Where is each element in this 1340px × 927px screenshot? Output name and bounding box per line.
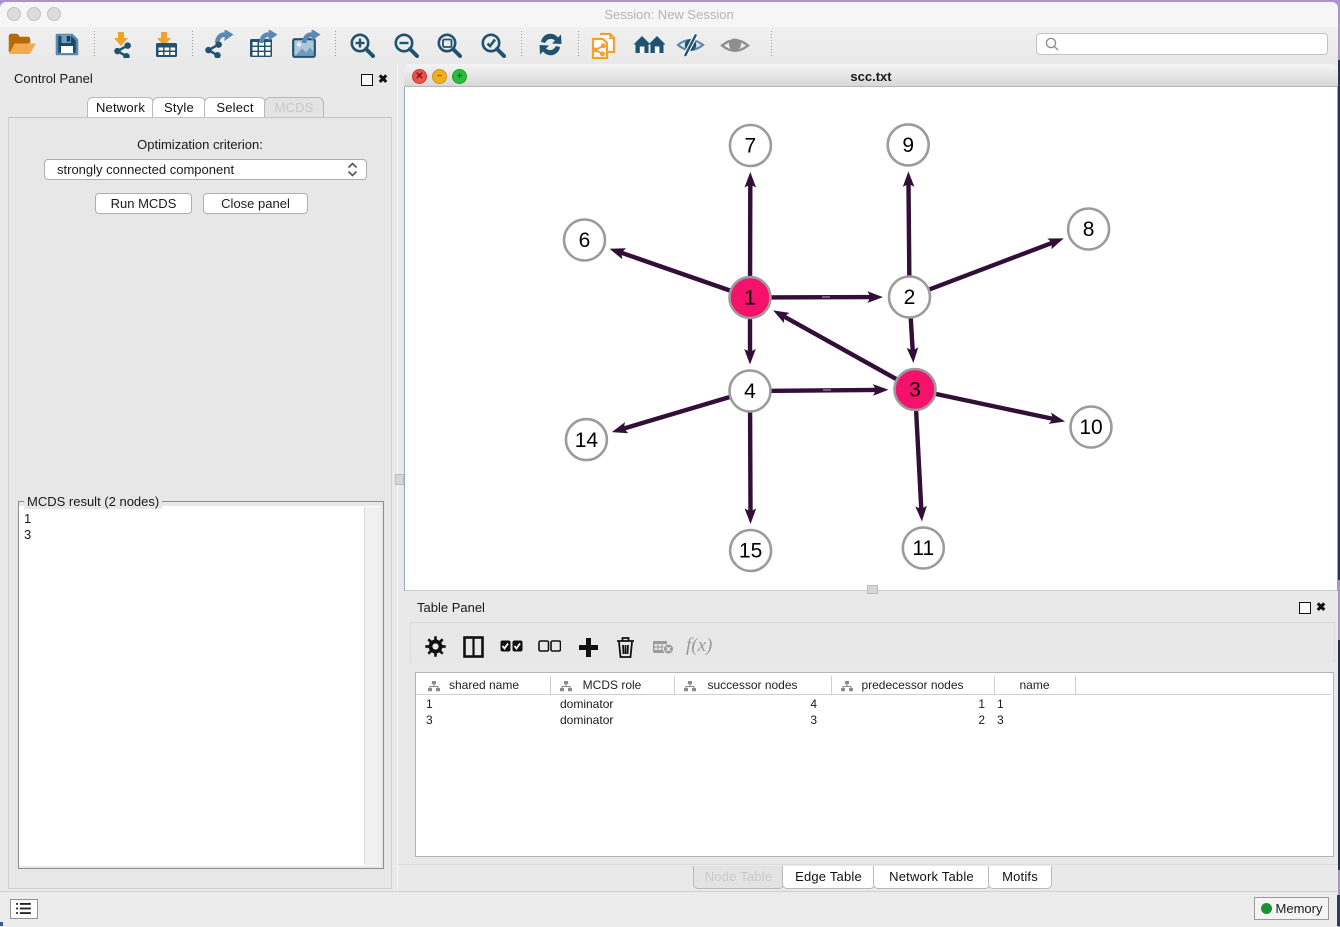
svg-text:9: 9	[902, 134, 914, 157]
svg-text:6: 6	[579, 229, 591, 252]
svg-text:14: 14	[575, 429, 599, 452]
svg-text:11: 11	[912, 537, 934, 560]
svg-text:10: 10	[1079, 416, 1102, 439]
svg-text:1: 1	[744, 287, 756, 310]
svg-text:2: 2	[904, 286, 916, 309]
svg-text:8: 8	[1083, 218, 1095, 241]
svg-text:15: 15	[739, 540, 762, 563]
svg-text:4: 4	[744, 380, 756, 403]
svg-text:7: 7	[745, 135, 757, 158]
svg-text:3: 3	[909, 379, 921, 402]
